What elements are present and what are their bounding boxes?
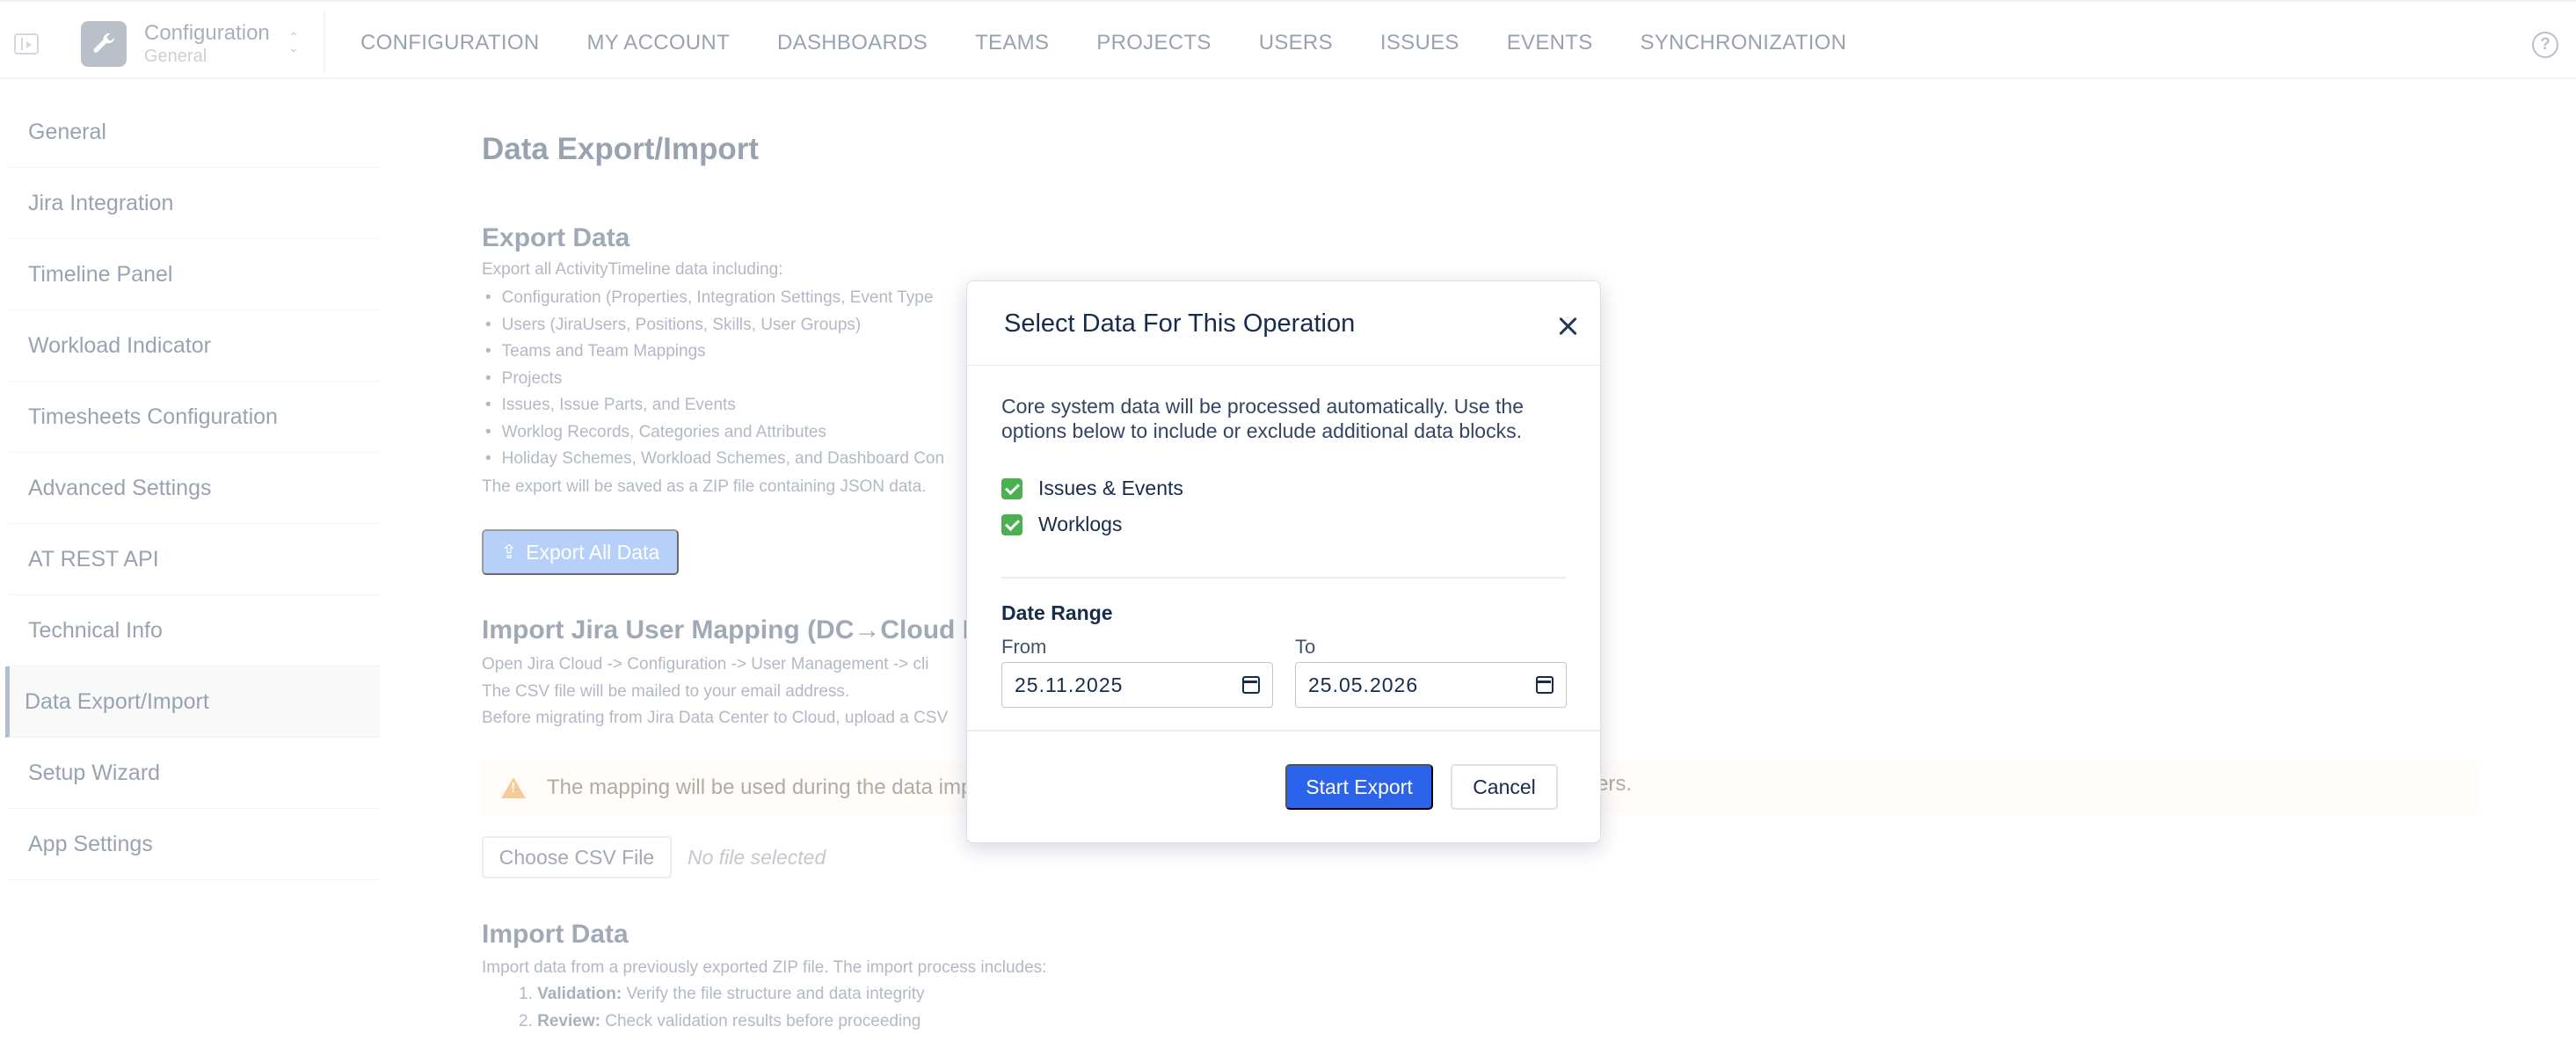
select-data-dialog: Select Data For This Operation Core syst… — [966, 280, 1601, 843]
option-label: Issues & Events — [1038, 477, 1183, 499]
option-label: Worklogs — [1038, 513, 1123, 535]
option-worklogs[interactable]: Worklogs — [1001, 513, 1122, 536]
divider — [1001, 577, 1566, 579]
from-date-value: 25.11.2025 — [1015, 673, 1124, 696]
calendar-icon[interactable] — [1536, 676, 1554, 694]
divider — [967, 730, 1600, 732]
checkbox-checked-icon[interactable] — [1001, 513, 1022, 535]
to-date-value: 25.05.2026 — [1308, 673, 1419, 696]
cancel-button[interactable]: Cancel — [1451, 764, 1558, 810]
from-label: From — [1001, 636, 1047, 658]
dialog-title: Select Data For This Operation — [1004, 309, 1356, 338]
calendar-icon[interactable] — [1242, 676, 1260, 694]
dialog-header: Select Data For This Operation — [967, 281, 1600, 366]
date-range-label: Date Range — [1001, 601, 1113, 624]
checkbox-checked-icon[interactable] — [1001, 477, 1022, 499]
option-issues-events[interactable]: Issues & Events — [1001, 477, 1183, 500]
to-date-input[interactable]: 25.05.2026 — [1295, 662, 1567, 708]
from-date-input[interactable]: 25.11.2025 — [1001, 662, 1273, 708]
close-icon[interactable] — [1558, 317, 1577, 336]
start-export-button[interactable]: Start Export — [1285, 764, 1433, 810]
to-label: To — [1295, 636, 1316, 658]
dialog-description: Core system data will be processed autom… — [1001, 395, 1524, 442]
